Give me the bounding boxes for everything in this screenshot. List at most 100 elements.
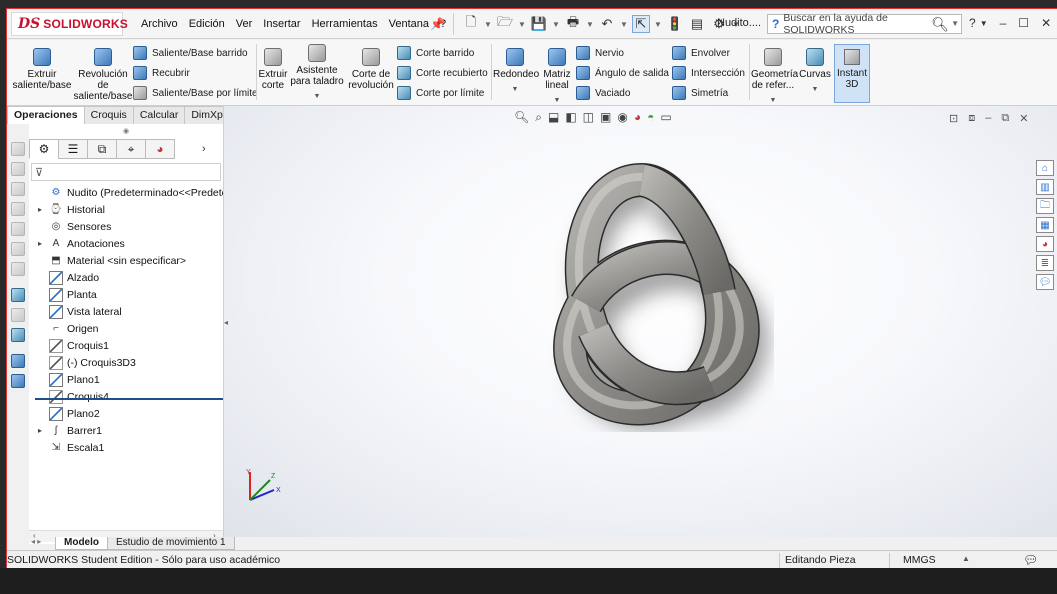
- angulo-salida-button[interactable]: Ángulo de salida: [576, 65, 669, 81]
- tree-root[interactable]: ⚙ Nudito (Predeterminado<<Predetern: [49, 184, 237, 201]
- configuration-manager-tab-icon[interactable]: ⧉: [87, 139, 117, 159]
- print-icon[interactable]: 🖶: [564, 14, 582, 33]
- undo-icon[interactable]: ↶: [598, 15, 616, 33]
- menu-herramientas[interactable]: Herramientas: [312, 18, 378, 30]
- custom-properties-icon[interactable]: ≣: [1036, 255, 1054, 271]
- viewport-split-icon[interactable]: ⧈: [968, 112, 975, 125]
- expand-arrow-icon[interactable]: ▸: [35, 205, 45, 214]
- interseccion-button[interactable]: Intersección: [672, 65, 745, 81]
- expand-arrow-icon[interactable]: ▸: [35, 239, 45, 248]
- revolucion-saliente-button[interactable]: Revolución de saliente/base: [73, 48, 133, 102]
- open-folder-icon[interactable]: 🗁: [496, 14, 514, 33]
- tree-item[interactable]: ◎ Sensores: [35, 218, 112, 235]
- shortcut-8-icon[interactable]: [11, 288, 25, 302]
- tree-item[interactable]: ▸ ∫ Barrer1: [35, 422, 102, 439]
- tree-item[interactable]: Vista lateral: [35, 303, 122, 320]
- curvas-button[interactable]: Curvas ▼: [799, 48, 831, 95]
- display-style-icon[interactable]: ▣: [600, 110, 611, 125]
- view-palette-icon[interactable]: ▦: [1036, 217, 1054, 233]
- corte-barrido-button[interactable]: Corte barrido: [397, 45, 474, 61]
- print-dropdown-icon[interactable]: ▼: [586, 15, 594, 33]
- shortcut-5-icon[interactable]: [11, 222, 25, 236]
- file-properties-icon[interactable]: ▤: [688, 15, 706, 33]
- shortcut-6-icon[interactable]: [11, 242, 25, 256]
- corte-limite-button[interactable]: Corte por límite: [397, 85, 484, 101]
- save-icon[interactable]: 💾: [530, 15, 548, 33]
- tree-item[interactable]: Alzado: [35, 269, 99, 286]
- viewport-tile-icon[interactable]: ⊡: [949, 112, 958, 125]
- help-search-input[interactable]: ? Buscar en la ayuda de SOLIDWORKS 🔍︎ ▼: [767, 12, 962, 36]
- restore-icon[interactable]: ☐: [1018, 16, 1029, 30]
- feature-filter[interactable]: ⊽: [31, 163, 221, 181]
- viewport-restore-icon[interactable]: ⧉: [1001, 112, 1009, 125]
- previous-view-icon[interactable]: ⬓: [548, 110, 559, 125]
- graphics-area[interactable]: 🔍︎ ⌕ ⬓ ◧ ◫ ▣ ◉ ◕ ◓ ▭ ⊡ ⧈ – ⧉ ✕ ⌂ ▥ 🗀 ▦ ◕…: [223, 106, 1057, 537]
- menu-edicion[interactable]: Edición: [189, 18, 225, 30]
- simetria-button[interactable]: Simetría: [672, 85, 728, 101]
- redondeo-button[interactable]: Redondeo ▼: [493, 48, 539, 95]
- shortcut-2-icon[interactable]: [11, 162, 25, 176]
- saliente-barrido-button[interactable]: Saliente/Base barrido: [133, 45, 248, 61]
- asistente-taladro-button[interactable]: Asistente para taladro ▼: [290, 44, 344, 102]
- traffic-light-icon[interactable]: 🚦: [666, 15, 684, 33]
- expand-arrow-icon[interactable]: ▸: [35, 426, 45, 435]
- view-settings-icon[interactable]: ▭: [660, 110, 671, 125]
- geometria-referencia-button[interactable]: Geometría de refer... ▼: [751, 48, 798, 106]
- minimize-icon[interactable]: –: [1000, 16, 1007, 30]
- tree-item[interactable]: Croquis4: [35, 388, 109, 405]
- shortcut-10-icon[interactable]: [11, 328, 25, 342]
- edit-appearance-icon[interactable]: ◕: [634, 110, 641, 125]
- save-dropdown-icon[interactable]: ▼: [552, 15, 560, 33]
- shortcut-4-icon[interactable]: [11, 202, 25, 216]
- shortcut-11-icon[interactable]: [11, 354, 25, 368]
- curves-dropdown-icon[interactable]: ▼: [799, 84, 831, 95]
- tab-modelo[interactable]: Modelo: [55, 537, 108, 550]
- corte-recubierto-button[interactable]: Corte recubierto: [397, 65, 488, 81]
- tree-item[interactable]: ⇲ Escala1: [35, 439, 105, 456]
- view-orientation-icon[interactable]: ◫: [583, 110, 594, 125]
- apply-scene-icon[interactable]: ◓: [647, 110, 654, 125]
- undo-dropdown-icon[interactable]: ▼: [620, 15, 628, 33]
- shortcut-1-icon[interactable]: [11, 142, 25, 156]
- menu-insertar[interactable]: Insertar: [263, 18, 300, 30]
- nervio-button[interactable]: Nervio: [576, 45, 624, 61]
- tab-estudio-movimiento[interactable]: Estudio de movimiento 1: [107, 537, 235, 550]
- tree-item[interactable]: Croquis1: [35, 337, 109, 354]
- shortcut-7-icon[interactable]: [11, 262, 25, 276]
- select-dropdown-icon[interactable]: ▼: [654, 15, 662, 33]
- recubrir-button[interactable]: Recubrir: [133, 65, 190, 81]
- tree-item[interactable]: (-) Croquis3D3: [35, 354, 136, 371]
- search-icon[interactable]: 🔍︎: [931, 16, 949, 33]
- display-manager-tab-icon[interactable]: ◕: [145, 139, 175, 159]
- corte-revolucion-button[interactable]: Corte de revolución: [346, 48, 396, 91]
- close-icon[interactable]: ✕: [1041, 16, 1051, 30]
- fillet-dropdown-icon[interactable]: ▼: [493, 84, 537, 95]
- search-dropdown-icon[interactable]: ▼: [951, 19, 959, 28]
- tree-item[interactable]: Plano2: [35, 405, 100, 422]
- reference-dropdown-icon[interactable]: ▼: [751, 95, 795, 106]
- envolver-button[interactable]: Envolver: [672, 45, 730, 61]
- tree-item[interactable]: ⬒ Material <sin especificar>: [35, 252, 186, 269]
- zoom-to-area-icon[interactable]: ⌕: [535, 110, 542, 125]
- design-library-icon[interactable]: ▥: [1036, 179, 1054, 195]
- forum-icon[interactable]: 💬︎: [1036, 274, 1054, 290]
- pin-menu-icon[interactable]: 📌: [430, 17, 445, 31]
- dimxpert-manager-tab-icon[interactable]: ⌖: [116, 139, 146, 159]
- extruir-saliente-button[interactable]: Extruir saliente/base: [11, 48, 73, 91]
- select-pointer-icon[interactable]: ⇱: [632, 15, 650, 33]
- shortcut-9-icon[interactable]: [11, 308, 25, 322]
- shortcut-12-icon[interactable]: [11, 374, 25, 388]
- zoom-to-fit-icon[interactable]: 🔍︎: [514, 110, 529, 125]
- tree-item[interactable]: Planta: [35, 286, 97, 303]
- property-manager-tab-icon[interactable]: ☰: [58, 139, 88, 159]
- section-view-icon[interactable]: ◧: [565, 110, 576, 125]
- panel-collapse-icon[interactable]: ◉: [123, 127, 129, 135]
- help-icon[interactable]: ?: [969, 16, 976, 30]
- viewport-close-icon[interactable]: ✕: [1019, 112, 1028, 125]
- tab-croquis[interactable]: Croquis: [83, 106, 134, 124]
- help-dropdown-icon[interactable]: ▼: [980, 19, 988, 30]
- menu-ver[interactable]: Ver: [236, 18, 253, 30]
- tab-operaciones[interactable]: Operaciones: [7, 106, 85, 124]
- solidworks-resources-icon[interactable]: ⌂: [1036, 160, 1054, 176]
- tab-nav-arrows-icon[interactable]: ◂ ▸: [7, 537, 55, 550]
